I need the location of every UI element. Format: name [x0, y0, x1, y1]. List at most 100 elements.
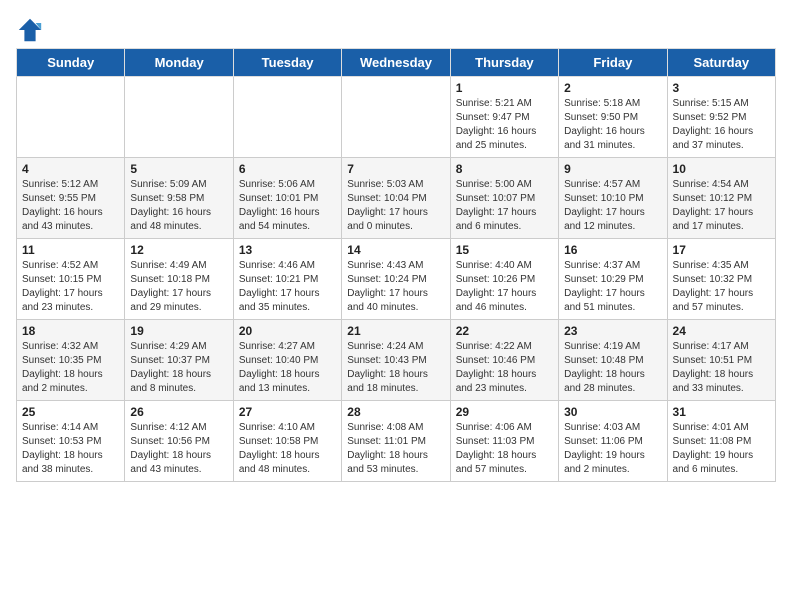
- day-header-monday: Monday: [125, 49, 233, 77]
- calendar-cell: 3 Sunrise: 5:15 AM Sunset: 9:52 PM Daylig…: [667, 77, 775, 158]
- day-number: 4: [22, 162, 119, 176]
- calendar-cell: 31 Sunrise: 4:01 AM Sunset: 11:08 PM Dayl…: [667, 401, 775, 482]
- day-content: Sunrise: 4:17 AM Sunset: 10:51 PM Daylig…: [673, 340, 770, 396]
- calendar-cell: 22Sunrise: 4:22 AM Sunset: 10:46 PM Dayl…: [450, 320, 558, 401]
- day-content: Sunrise: 4:01 AM Sunset: 11:08 PM Daylig…: [673, 421, 770, 477]
- calendar-cell: 15 Sunrise: 4:40 AM Sunset: 10:26 PM Dayl…: [450, 239, 558, 320]
- calendar-body: 1 Sunrise: 5:21 AM Sunset: 9:47 PM Daylig…: [17, 77, 776, 482]
- calendar-cell: 11 Sunrise: 4:52 AM Sunset: 10:15 PM Dayl…: [17, 239, 125, 320]
- day-number: 5: [130, 162, 227, 176]
- day-number: 15: [456, 243, 553, 257]
- day-header-sunday: Sunday: [17, 49, 125, 77]
- logo-icon: [16, 16, 44, 44]
- day-number: 21: [347, 324, 444, 338]
- day-number: 28: [347, 405, 444, 419]
- calendar-cell: [342, 77, 450, 158]
- day-content: Sunrise: 4:49 AM Sunset: 10:18 PM Daylig…: [130, 259, 227, 315]
- day-content: Sunrise: 5:21 AM Sunset: 9:47 PM Dayligh…: [456, 97, 553, 153]
- day-number: 20: [239, 324, 336, 338]
- calendar-cell: 28 Sunrise: 4:08 AM Sunset: 11:01 PM Dayl…: [342, 401, 450, 482]
- day-number: 17: [673, 243, 770, 257]
- day-content: Sunrise: 4:46 AM Sunset: 10:21 PM Daylig…: [239, 259, 336, 315]
- day-content: Sunrise: 5:09 AM Sunset: 9:58 PM Dayligh…: [130, 178, 227, 234]
- day-number: 30: [564, 405, 661, 419]
- calendar-cell: 8 Sunrise: 5:00 AM Sunset: 10:07 PM Dayli…: [450, 158, 558, 239]
- day-content: Sunrise: 4:03 AM Sunset: 11:06 PM Daylig…: [564, 421, 661, 477]
- day-content: Sunrise: 4:10 AM Sunset: 10:58 PM Daylig…: [239, 421, 336, 477]
- day-number: 16: [564, 243, 661, 257]
- day-number: 19: [130, 324, 227, 338]
- calendar-cell: 4Sunrise: 5:12 AM Sunset: 9:55 PM Daylig…: [17, 158, 125, 239]
- calendar-table: SundayMondayTuesdayWednesdayThursdayFrid…: [16, 48, 776, 482]
- day-content: Sunrise: 4:29 AM Sunset: 10:37 PM Daylig…: [130, 340, 227, 396]
- logo: [16, 16, 48, 44]
- day-header-thursday: Thursday: [450, 49, 558, 77]
- day-content: Sunrise: 4:40 AM Sunset: 10:26 PM Daylig…: [456, 259, 553, 315]
- calendar-cell: 2 Sunrise: 5:18 AM Sunset: 9:50 PM Daylig…: [559, 77, 667, 158]
- calendar-cell: 5 Sunrise: 5:09 AM Sunset: 9:58 PM Daylig…: [125, 158, 233, 239]
- day-content: Sunrise: 4:19 AM Sunset: 10:48 PM Daylig…: [564, 340, 661, 396]
- calendar-cell: 14 Sunrise: 4:43 AM Sunset: 10:24 PM Dayl…: [342, 239, 450, 320]
- day-content: Sunrise: 4:14 AM Sunset: 10:53 PM Daylig…: [22, 421, 119, 477]
- calendar-week-1: 1 Sunrise: 5:21 AM Sunset: 9:47 PM Daylig…: [17, 77, 776, 158]
- day-number: 8: [456, 162, 553, 176]
- day-header-tuesday: Tuesday: [233, 49, 341, 77]
- calendar-cell: 1 Sunrise: 5:21 AM Sunset: 9:47 PM Daylig…: [450, 77, 558, 158]
- day-content: Sunrise: 5:18 AM Sunset: 9:50 PM Dayligh…: [564, 97, 661, 153]
- calendar-cell: 30 Sunrise: 4:03 AM Sunset: 11:06 PM Dayl…: [559, 401, 667, 482]
- calendar-cell: 20 Sunrise: 4:27 AM Sunset: 10:40 PM Dayl…: [233, 320, 341, 401]
- day-number: 22: [456, 324, 553, 338]
- calendar-cell: 9 Sunrise: 4:57 AM Sunset: 10:10 PM Dayli…: [559, 158, 667, 239]
- day-number: 29: [456, 405, 553, 419]
- calendar-cell: [233, 77, 341, 158]
- day-number: 26: [130, 405, 227, 419]
- day-number: 11: [22, 243, 119, 257]
- calendar-cell: 21 Sunrise: 4:24 AM Sunset: 10:43 PM Dayl…: [342, 320, 450, 401]
- calendar-cell: [17, 77, 125, 158]
- calendar-week-2: 4Sunrise: 5:12 AM Sunset: 9:55 PM Daylig…: [17, 158, 776, 239]
- day-number: 2: [564, 81, 661, 95]
- day-number: 31: [673, 405, 770, 419]
- day-number: 12: [130, 243, 227, 257]
- calendar-cell: 19 Sunrise: 4:29 AM Sunset: 10:37 PM Dayl…: [125, 320, 233, 401]
- calendar-cell: 29 Sunrise: 4:06 AM Sunset: 11:03 PM Dayl…: [450, 401, 558, 482]
- calendar-cell: 26Sunrise: 4:12 AM Sunset: 10:56 PM Dayl…: [125, 401, 233, 482]
- header: [16, 16, 776, 44]
- day-content: Sunrise: 4:24 AM Sunset: 10:43 PM Daylig…: [347, 340, 444, 396]
- day-content: Sunrise: 4:37 AM Sunset: 10:29 PM Daylig…: [564, 259, 661, 315]
- day-number: 7: [347, 162, 444, 176]
- day-number: 3: [673, 81, 770, 95]
- calendar-cell: 23 Sunrise: 4:19 AM Sunset: 10:48 PM Dayl…: [559, 320, 667, 401]
- day-content: Sunrise: 4:43 AM Sunset: 10:24 PM Daylig…: [347, 259, 444, 315]
- day-number: 13: [239, 243, 336, 257]
- calendar-cell: [125, 77, 233, 158]
- day-content: Sunrise: 5:03 AM Sunset: 10:04 PM Daylig…: [347, 178, 444, 234]
- calendar-cell: 10Sunrise: 4:54 AM Sunset: 10:12 PM Dayl…: [667, 158, 775, 239]
- day-content: Sunrise: 4:08 AM Sunset: 11:01 PM Daylig…: [347, 421, 444, 477]
- calendar-week-4: 18 Sunrise: 4:32 AM Sunset: 10:35 PM Dayl…: [17, 320, 776, 401]
- day-content: Sunrise: 4:27 AM Sunset: 10:40 PM Daylig…: [239, 340, 336, 396]
- day-number: 10: [673, 162, 770, 176]
- day-content: Sunrise: 4:32 AM Sunset: 10:35 PM Daylig…: [22, 340, 119, 396]
- day-number: 9: [564, 162, 661, 176]
- day-number: 25: [22, 405, 119, 419]
- day-content: Sunrise: 4:35 AM Sunset: 10:32 PM Daylig…: [673, 259, 770, 315]
- day-content: Sunrise: 4:06 AM Sunset: 11:03 PM Daylig…: [456, 421, 553, 477]
- calendar-cell: 27 Sunrise: 4:10 AM Sunset: 10:58 PM Dayl…: [233, 401, 341, 482]
- calendar-week-5: 25 Sunrise: 4:14 AM Sunset: 10:53 PM Dayl…: [17, 401, 776, 482]
- day-header-friday: Friday: [559, 49, 667, 77]
- day-content: Sunrise: 4:52 AM Sunset: 10:15 PM Daylig…: [22, 259, 119, 315]
- day-number: 6: [239, 162, 336, 176]
- day-number: 23: [564, 324, 661, 338]
- day-number: 18: [22, 324, 119, 338]
- calendar-cell: 7 Sunrise: 5:03 AM Sunset: 10:04 PM Dayli…: [342, 158, 450, 239]
- calendar-cell: 13 Sunrise: 4:46 AM Sunset: 10:21 PM Dayl…: [233, 239, 341, 320]
- day-number: 27: [239, 405, 336, 419]
- day-content: Sunrise: 5:00 AM Sunset: 10:07 PM Daylig…: [456, 178, 553, 234]
- day-content: Sunrise: 5:15 AM Sunset: 9:52 PM Dayligh…: [673, 97, 770, 153]
- day-number: 24: [673, 324, 770, 338]
- calendar-cell: 24 Sunrise: 4:17 AM Sunset: 10:51 PM Dayl…: [667, 320, 775, 401]
- day-number: 14: [347, 243, 444, 257]
- day-number: 1: [456, 81, 553, 95]
- day-content: Sunrise: 4:57 AM Sunset: 10:10 PM Daylig…: [564, 178, 661, 234]
